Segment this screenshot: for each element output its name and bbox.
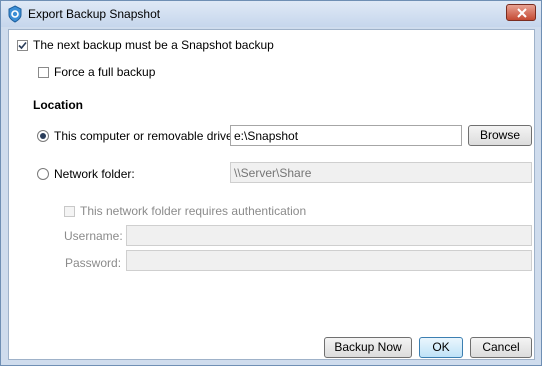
password-label: Password: (65, 256, 122, 270)
checkmark-icon (18, 41, 27, 49)
snapshot-checkbox[interactable] (17, 39, 28, 51)
ok-button[interactable]: OK (419, 337, 463, 358)
app-logo-icon (8, 5, 22, 23)
force-full-checkbox[interactable] (38, 66, 49, 78)
auth-option[interactable]: This network folder requires authenticat… (64, 204, 306, 218)
local-drive-radio[interactable] (37, 130, 49, 142)
location-heading: Location (33, 98, 83, 112)
auth-checkbox[interactable] (64, 205, 75, 217)
browse-button[interactable]: Browse (468, 125, 532, 146)
dialog-window: Export Backup Snapshot The next backup m… (0, 0, 542, 366)
network-folder-option[interactable]: Network folder: (37, 167, 135, 181)
network-folder-label: Network folder: (54, 167, 135, 181)
username-label: Username: (64, 229, 123, 243)
window-title: Export Backup Snapshot (28, 7, 161, 21)
password-input[interactable] (126, 250, 532, 271)
network-path-input[interactable] (230, 162, 532, 183)
local-drive-label: This computer or removable drive: (54, 129, 237, 143)
network-folder-radio[interactable] (37, 168, 49, 180)
force-full-option[interactable]: Force a full backup (38, 65, 155, 79)
backup-now-button[interactable]: Backup Now (324, 337, 412, 358)
snapshot-option[interactable]: The next backup must be a Snapshot backu… (17, 38, 274, 52)
local-path-input[interactable] (230, 125, 462, 146)
cancel-button[interactable]: Cancel (470, 337, 532, 358)
username-input[interactable] (126, 225, 532, 246)
close-button[interactable] (506, 4, 536, 21)
dialog-body: The next backup must be a Snapshot backu… (8, 29, 535, 360)
close-icon (517, 8, 527, 18)
title-bar[interactable]: Export Backup Snapshot (1, 1, 541, 27)
snapshot-label: The next backup must be a Snapshot backu… (33, 38, 274, 52)
force-full-label: Force a full backup (54, 65, 156, 79)
local-drive-option[interactable]: This computer or removable drive: (37, 129, 236, 143)
auth-label: This network folder requires authenticat… (80, 204, 307, 218)
